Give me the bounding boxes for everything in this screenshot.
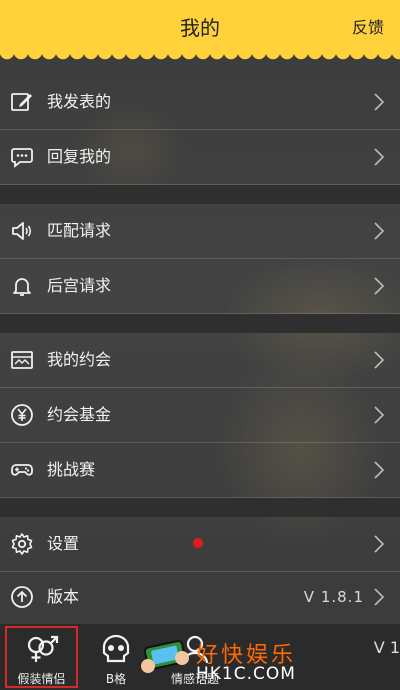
bell-icon xyxy=(13,278,31,296)
menu-item-label: 设置 xyxy=(47,534,80,553)
chevron-right-icon xyxy=(374,406,385,424)
speaker-icon xyxy=(12,222,32,240)
menu-item-label: 版本 xyxy=(47,587,80,606)
active-tab-highlight xyxy=(5,626,78,688)
chevron-right-icon xyxy=(374,148,385,166)
tab-right-fragment: V 1 xyxy=(373,638,400,657)
menu-item-date-fund[interactable]: 约会基金 xyxy=(0,388,400,443)
menu-item-label: 后宫请求 xyxy=(47,276,112,295)
menu-item-label: 我的约会 xyxy=(47,350,112,369)
menu-item-label: 约会基金 xyxy=(47,405,112,424)
menu-item-challenge[interactable]: 挑战赛 xyxy=(0,443,400,498)
chat-bubble-icon xyxy=(11,148,33,168)
menu-item-label: 回复我的 xyxy=(47,147,112,166)
header-scallop-edge xyxy=(0,52,400,62)
chevron-right-icon xyxy=(374,277,385,295)
page-title: 我的 xyxy=(180,16,220,40)
chevron-right-icon xyxy=(374,588,385,606)
yen-coin-icon xyxy=(11,404,33,426)
menu-item-harem-requests[interactable]: 后宫请求 xyxy=(0,259,400,314)
chevron-right-icon xyxy=(374,222,385,240)
skull-icon xyxy=(102,634,130,663)
edit-icon xyxy=(11,93,32,111)
arrow-up-circle-icon xyxy=(11,586,33,608)
menu-item-my-dates[interactable]: 我的约会 xyxy=(0,333,400,388)
gear-icon xyxy=(11,533,33,555)
chevron-right-icon xyxy=(374,535,385,553)
watermark-phone-icon xyxy=(141,640,189,673)
section-divider xyxy=(0,314,400,333)
menu-item-label: 匹配请求 xyxy=(47,221,112,240)
menu-item-label: 挑战赛 xyxy=(47,460,96,479)
menu-item-match-requests[interactable]: 匹配请求 xyxy=(0,204,400,259)
chevron-right-icon xyxy=(374,93,385,111)
gamepad-icon xyxy=(11,464,33,476)
calendar-icon xyxy=(11,351,33,369)
chevron-right-icon xyxy=(374,351,385,369)
section-divider xyxy=(0,185,400,204)
top-bar: 我的 反馈 xyxy=(0,0,400,52)
chevron-right-icon xyxy=(374,461,385,479)
menu-item-replies[interactable]: 回复我的 xyxy=(0,130,400,185)
version-value: V 1.8.1 xyxy=(303,588,364,606)
menu-item-my-posts[interactable]: 我发表的 xyxy=(0,75,400,130)
section-divider xyxy=(0,498,400,517)
notification-dot xyxy=(193,538,203,548)
feedback-button[interactable]: 反馈 xyxy=(352,0,384,52)
watermark-url: HK1C.COM xyxy=(196,664,296,684)
menu-item-version[interactable]: 版本 V 1.8.1 xyxy=(0,570,400,625)
menu-item-label: 我发表的 xyxy=(47,92,112,111)
